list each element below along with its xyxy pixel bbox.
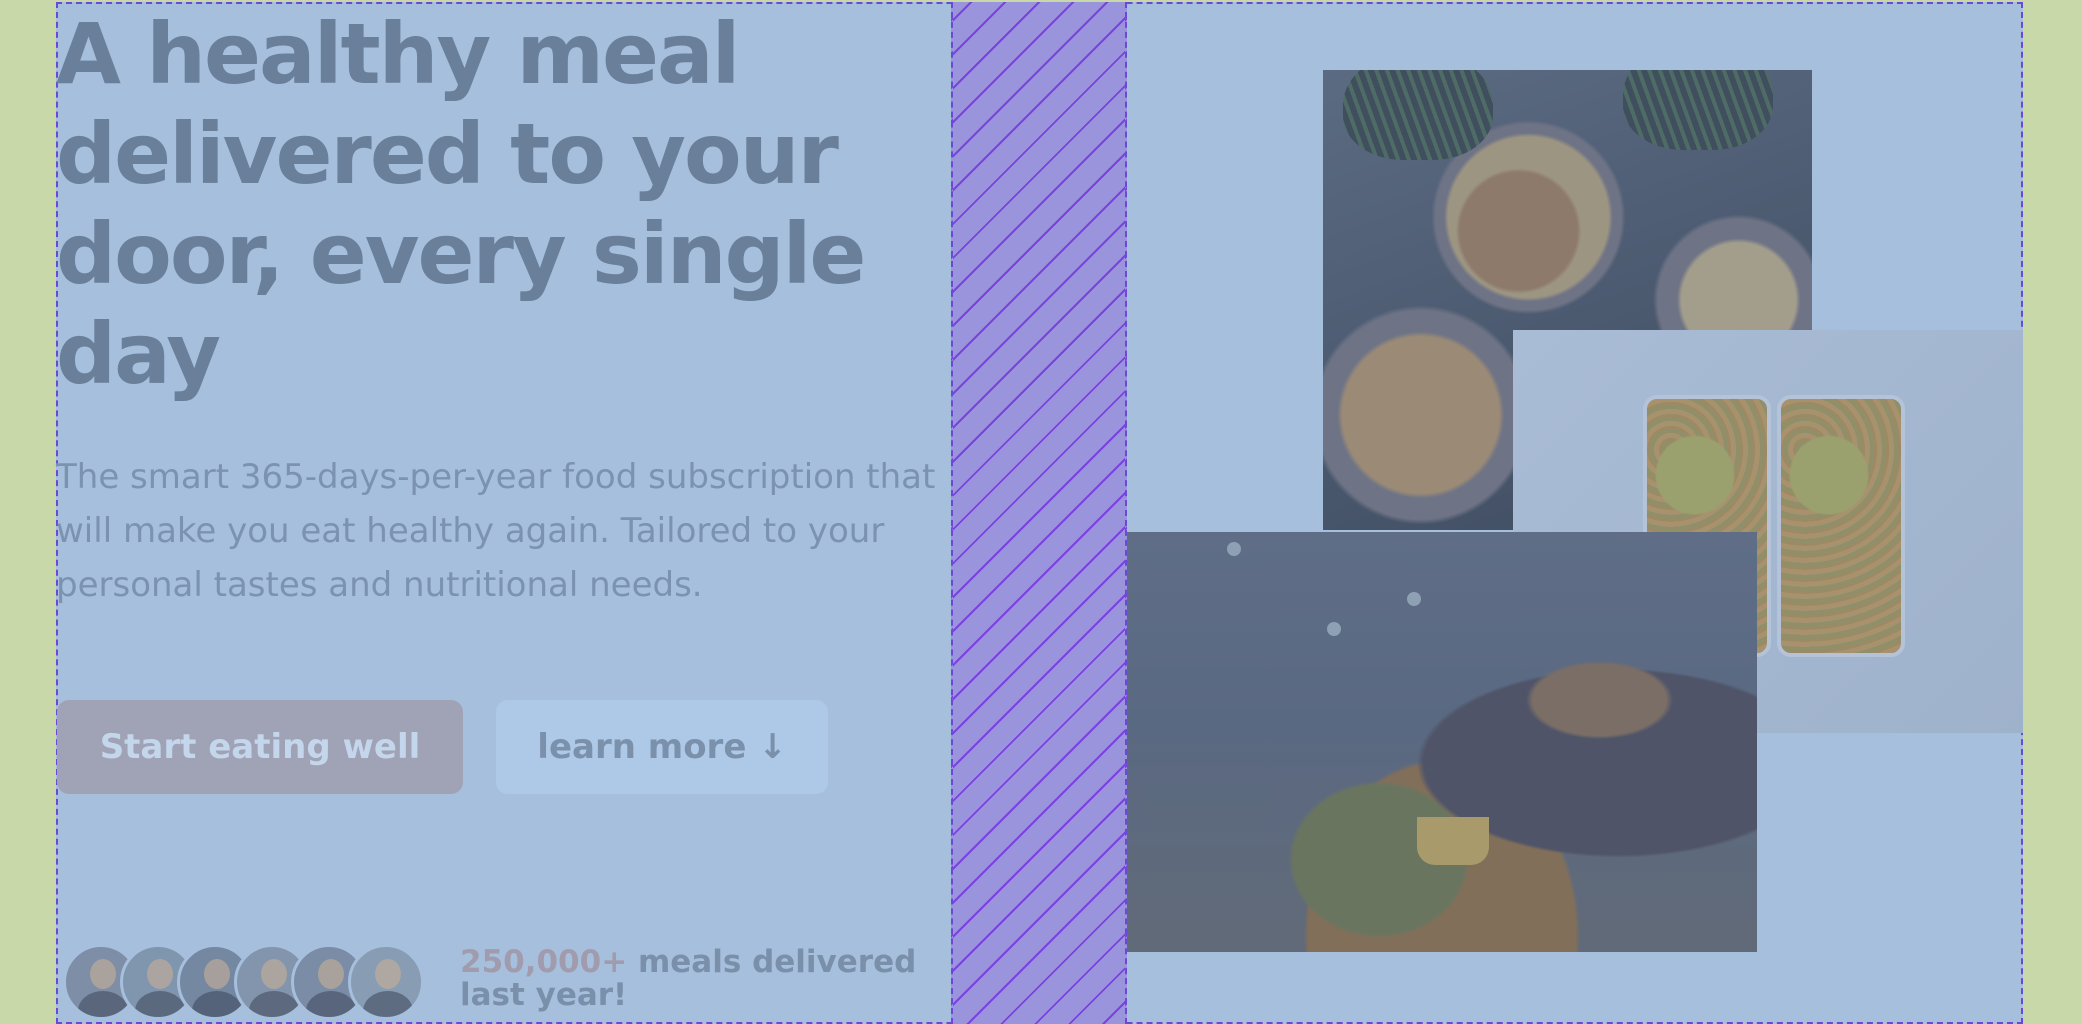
woman-eating-photo: [1127, 532, 1757, 952]
meals-delivered-text: 250,000+ meals delivered last year!: [460, 946, 950, 1012]
coffee-cup: [1417, 817, 1489, 865]
customer-avatars: [63, 944, 435, 1020]
plant-decoration: [1623, 70, 1773, 150]
background-light: [1327, 622, 1341, 636]
learn-more-button[interactable]: learn more ↓: [496, 700, 828, 794]
meals-delivered-count: 250,000+: [460, 944, 628, 980]
plant-decoration: [1343, 70, 1493, 160]
hero-title: A healthy meal delivered to your door, e…: [56, 5, 866, 403]
hero-description: The smart 365-days-per-year food subscri…: [56, 457, 936, 605]
start-eating-well-button[interactable]: Start eating well: [57, 700, 463, 794]
background-light: [1227, 542, 1241, 556]
meal-box: [1777, 395, 1905, 657]
grid-gap-overlay: [951, 2, 1127, 1024]
background-light: [1407, 592, 1421, 606]
customer-avatar: [348, 944, 424, 1020]
